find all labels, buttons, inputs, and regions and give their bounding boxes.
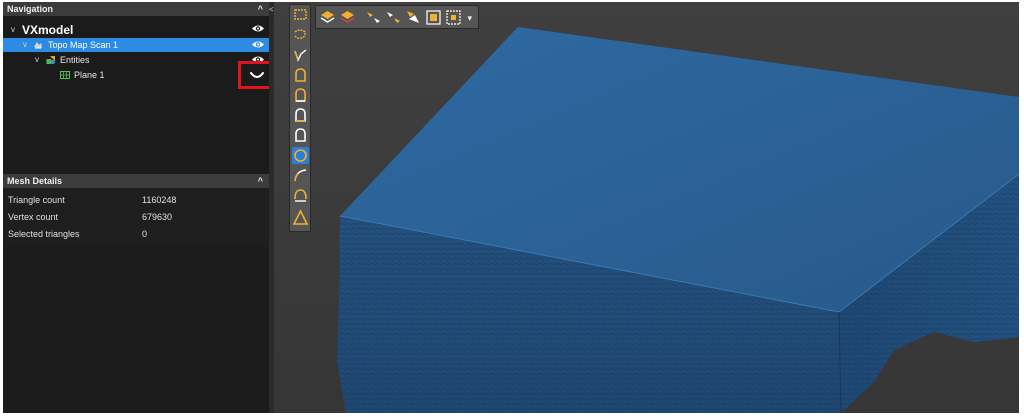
collapse-panel-arrow[interactable]: < bbox=[269, 5, 274, 14]
tree-item-label: Entities bbox=[60, 55, 90, 65]
select-visible-icon[interactable] bbox=[385, 9, 402, 26]
grow-selection-icon[interactable] bbox=[445, 9, 462, 26]
mesh-detail-row: Triangle count 1160248 bbox=[3, 192, 269, 209]
navigation-title: Navigation bbox=[7, 4, 54, 14]
mesh-details-title: Mesh Details bbox=[7, 176, 63, 186]
mesh-detail-value: 0 bbox=[142, 229, 148, 239]
chevron-down-icon[interactable]: ▾ bbox=[467, 10, 472, 26]
surface-select-inner-icon[interactable] bbox=[292, 87, 309, 104]
tree-item-label: Plane 1 bbox=[74, 70, 105, 80]
circle-select-button[interactable] bbox=[292, 147, 309, 164]
curve-select-icon[interactable] bbox=[292, 167, 309, 184]
tree-item-entities[interactable]: v Entities bbox=[3, 53, 269, 67]
plane-grid-icon bbox=[60, 71, 70, 79]
mesh-detail-row: Vertex count 679630 bbox=[3, 209, 269, 226]
empty-panel-area bbox=[3, 246, 269, 413]
mesh-detail-key: Selected triangles bbox=[8, 229, 80, 239]
selection-mode-toolbar: ▾ bbox=[315, 5, 479, 29]
circle-select-icon bbox=[294, 149, 307, 162]
tree-item-topo-map-scan[interactable]: v Topo Map Scan 1 bbox=[3, 38, 269, 52]
mesh-detail-row: Selected triangles 0 bbox=[3, 226, 269, 243]
chevron-down-icon[interactable]: v bbox=[11, 22, 15, 38]
navigation-collapse-button[interactable]: ^ bbox=[258, 2, 263, 16]
mesh-model[interactable] bbox=[274, 2, 1019, 413]
mesh-details-table: Triangle count 1160248 Vertex count 6796… bbox=[3, 188, 269, 246]
surface-select-icon[interactable] bbox=[292, 67, 309, 84]
rectangle-select-icon[interactable] bbox=[292, 7, 309, 24]
scan-icon bbox=[34, 42, 42, 49]
navigation-tree: v VXmodel v Topo Map Scan 1 v Entities P… bbox=[3, 16, 269, 170]
eye-icon[interactable] bbox=[251, 40, 265, 49]
eye-icon[interactable] bbox=[251, 24, 265, 33]
layers-icon[interactable] bbox=[319, 9, 336, 26]
chevron-down-icon[interactable]: v bbox=[23, 38, 27, 52]
triangle-select-icon[interactable] bbox=[292, 209, 309, 226]
tree-item-vxmodel[interactable]: v VXmodel bbox=[3, 22, 269, 38]
select-all-icon[interactable] bbox=[425, 9, 442, 26]
tree-item-plane[interactable]: Plane 1 bbox=[3, 68, 269, 82]
chevron-down-icon[interactable]: v bbox=[35, 53, 39, 67]
surface-select-outer-icon[interactable] bbox=[292, 107, 309, 124]
surface-select-outline-icon[interactable] bbox=[292, 127, 309, 144]
vxmodel-app: Navigation ^ v VXmodel v Topo Map Scan 1… bbox=[3, 2, 1019, 413]
tree-item-label: VXmodel bbox=[22, 23, 74, 37]
freehand-line-select-icon[interactable] bbox=[292, 47, 309, 64]
mesh-details-collapse-button[interactable]: ^ bbox=[258, 174, 263, 188]
3d-viewport[interactable]: ▾ bbox=[274, 2, 1019, 413]
selection-toolbar bbox=[289, 4, 311, 232]
select-through-icon[interactable] bbox=[365, 9, 382, 26]
mesh-detail-value: 679630 bbox=[142, 212, 173, 222]
invert-selection-icon[interactable] bbox=[405, 9, 422, 26]
tree-item-label: Topo Map Scan 1 bbox=[48, 40, 119, 50]
navigation-header[interactable]: Navigation ^ bbox=[3, 2, 269, 16]
mesh-detail-key: Vertex count bbox=[8, 212, 59, 222]
entities-icon bbox=[46, 56, 55, 64]
left-panel: Navigation ^ v VXmodel v Topo Map Scan 1… bbox=[3, 2, 277, 413]
mesh-details-header[interactable]: Mesh Details ^ bbox=[3, 174, 269, 188]
arc-select-icon[interactable] bbox=[292, 187, 309, 204]
lasso-select-icon[interactable] bbox=[292, 27, 309, 44]
layers-remove-icon[interactable] bbox=[339, 9, 356, 26]
mesh-detail-key: Triangle count bbox=[8, 195, 65, 205]
mesh-detail-value: 1160248 bbox=[142, 195, 177, 205]
